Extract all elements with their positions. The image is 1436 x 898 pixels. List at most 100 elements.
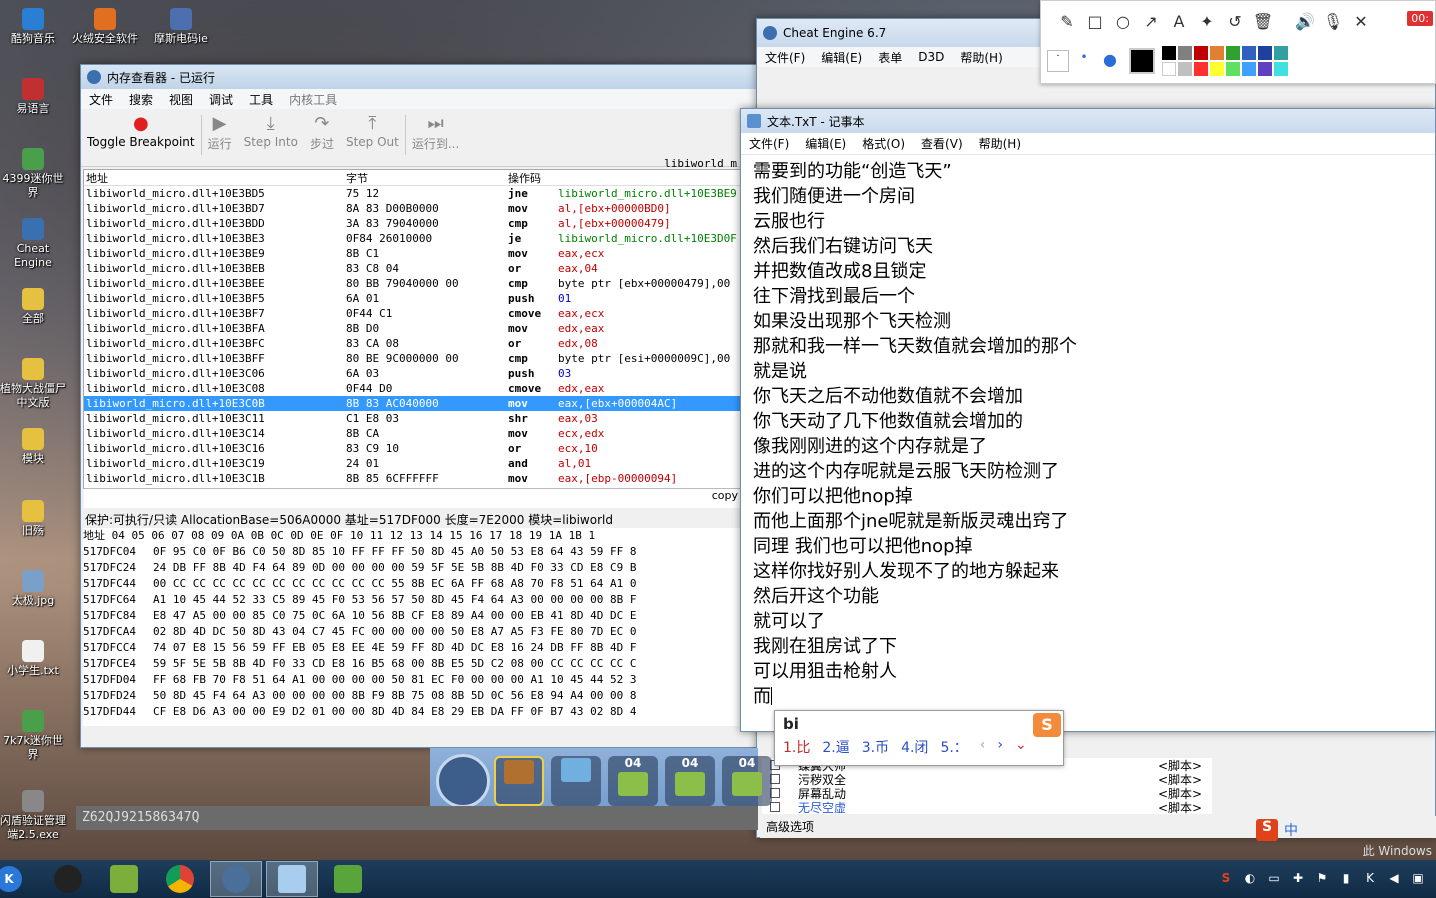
ce-list-item[interactable]: 无尽空虚 <脚本>: [762, 800, 1212, 815]
hex-row[interactable]: 517DFCA4 02 8D 4D DC 50 8D 43 04 C7 45 FC…: [83, 624, 741, 640]
pen-size-large[interactable]: ●: [1099, 50, 1121, 72]
disasm-row[interactable]: libiworld_micro.dll+10E3BF5 6A 01 push 01: [84, 291, 740, 306]
fire-icon[interactable]: ◐: [1240, 868, 1260, 888]
disasm-row[interactable]: libiworld_micro.dll+10E3C14 8B CA mov ecx,e…: [84, 426, 740, 441]
desktop-icon[interactable]: 酷狗音乐: [0, 8, 68, 46]
rectangle-icon[interactable]: □: [1081, 12, 1109, 31]
run-button[interactable]: ▶ 运行: [202, 113, 238, 152]
hex-row[interactable]: 517DFC04 0F 95 C0 0F B6 C0 50 8D 85 10 FF…: [83, 544, 741, 560]
undo-icon[interactable]: ↺: [1221, 12, 1249, 31]
disasm-row[interactable]: libiworld_micro.dll+10E3C0B 8B 83 AC04000…: [84, 396, 740, 411]
notepad-titlebar[interactable]: 文本.TxT - 记事本: [741, 109, 1435, 133]
arrow-icon[interactable]: ↗: [1137, 12, 1165, 31]
hex-row[interactable]: 517DFC64 A1 10 45 44 52 33 C5 89 45 F0 53…: [83, 592, 741, 608]
color-swatch[interactable]: [1210, 46, 1224, 60]
desktop-icon[interactable]: 火绒安全软件: [70, 8, 140, 46]
desktop-icon[interactable]: 易语言: [0, 78, 68, 116]
desktop-icon[interactable]: 闪盾验证管理端2.5.exe: [0, 790, 68, 842]
pen-size-medium[interactable]: •: [1073, 50, 1095, 72]
np-menu-view[interactable]: 查看(V): [913, 135, 971, 152]
color-swatch[interactable]: [1242, 62, 1256, 76]
color-swatch[interactable]: [1274, 46, 1288, 60]
highlighter-icon[interactable]: ✦: [1193, 12, 1221, 31]
desktop-icon[interactable]: 植物大战僵尸中文版: [0, 358, 68, 410]
menu-tools[interactable]: 工具: [241, 91, 281, 108]
copy-label[interactable]: copy: [712, 489, 738, 502]
disassembler-view[interactable]: 地址 字节 操作码 libiworld_micro.dll+10E3BD5 75 …: [83, 169, 741, 508]
notepad-editor[interactable]: 需要到的功能“创造飞天” 我们随便进一个房间 云服也行 然后我们右键访问飞天 并把数值改…: [741, 155, 1435, 709]
taskbar-game2[interactable]: [322, 861, 374, 897]
disasm-row[interactable]: libiworld_micro.dll+10E3BDD 3A 83 7904000…: [84, 216, 740, 231]
disasm-row[interactable]: libiworld_micro.dll+10E3BE3 0F84 26010000…: [84, 231, 740, 246]
desktop-icon[interactable]: 7k7k迷你世界: [0, 710, 68, 762]
text-icon[interactable]: A: [1165, 12, 1193, 31]
col-opcode[interactable]: 操作码: [508, 170, 558, 185]
color-swatch[interactable]: [1162, 46, 1176, 60]
hex-row[interactable]: 517DFC84 E8 47 A5 00 00 85 C0 75 0C 6A 10…: [83, 608, 741, 624]
disasm-row[interactable]: libiworld_micro.dll+10E3C08 0F44 D0 cmove e…: [84, 381, 740, 396]
memory-viewer-titlebar[interactable]: 内存查看器 - 已运行: [81, 65, 759, 89]
hotbar-slot[interactable]: 043: [608, 756, 658, 820]
speaker-icon[interactable]: 🔊: [1291, 12, 1319, 31]
taskbar-notepad[interactable]: [266, 861, 318, 897]
display-icon[interactable]: ▣: [1408, 868, 1428, 888]
hotbar-slot[interactable]: 2: [551, 756, 601, 820]
hex-row[interactable]: 517DFCC4 74 07 E8 15 56 59 FF EB 05 E8 EE…: [83, 640, 741, 656]
hex-row[interactable]: 517DFD04 FF 68 FB 70 F8 51 64 A1 00 00 00…: [83, 672, 741, 688]
ime-candidate[interactable]: 5.：: [940, 737, 967, 757]
ce-menu-help[interactable]: 帮助(H): [952, 49, 1010, 66]
trash-icon[interactable]: 🗑: [1249, 12, 1277, 31]
disasm-row[interactable]: libiworld_micro.dll+10E3BD5 75 12 jne libiw…: [84, 186, 740, 201]
close-icon[interactable]: ✕: [1347, 12, 1375, 31]
menu-search[interactable]: 搜索: [121, 91, 161, 108]
menu-view[interactable]: 视图: [161, 91, 201, 108]
np-menu-format[interactable]: 格式(O): [854, 135, 913, 152]
menu-file[interactable]: 文件: [81, 91, 121, 108]
color-swatch[interactable]: [1258, 46, 1272, 60]
ce-menu-file[interactable]: 文件(F): [757, 49, 813, 66]
folder-icon[interactable]: ▭: [1264, 868, 1284, 888]
start-button-icon[interactable]: K: [0, 866, 22, 892]
taskbar-game[interactable]: [98, 861, 150, 897]
sogou-icon[interactable]: S: [1256, 819, 1278, 841]
step-into-button[interactable]: ⤓ Step Into: [238, 113, 304, 149]
disasm-row[interactable]: libiworld_micro.dll+10E3BEE 80 BB 7904000…: [84, 276, 740, 291]
color-swatch[interactable]: [1178, 46, 1192, 60]
color-swatch[interactable]: [1194, 62, 1208, 76]
run-to-button[interactable]: ⏭ 运行到...: [406, 113, 465, 152]
ime-candidate[interactable]: 3.币: [862, 737, 889, 757]
ce-menu-table[interactable]: 表单: [870, 49, 910, 66]
col-bytes[interactable]: 字节: [346, 170, 508, 185]
pen-size-small[interactable]: ·: [1047, 50, 1069, 72]
desktop-icon[interactable]: 4399迷你世界: [0, 148, 68, 200]
hotbar-slot[interactable]: 1: [494, 756, 544, 818]
ime-candidate[interactable]: 1.比: [783, 737, 810, 757]
desktop-icon[interactable]: 模块: [0, 428, 68, 466]
avatar[interactable]: [436, 754, 490, 808]
disasm-row[interactable]: libiworld_micro.dll+10E3BFF 80 BE 9C00000…: [84, 351, 740, 366]
color-swatch[interactable]: [1226, 46, 1240, 60]
color-swatch[interactable]: [1242, 46, 1256, 60]
current-color-swatch[interactable]: [1129, 48, 1155, 74]
np-menu-edit[interactable]: 编辑(E): [797, 135, 854, 152]
disasm-row[interactable]: libiworld_micro.dll+10E3C06 6A 03 push 03: [84, 366, 740, 381]
disasm-row[interactable]: libiworld_micro.dll+10E3BF7 0F44 C1 cmove e…: [84, 306, 740, 321]
network-icon[interactable]: ⚑: [1312, 868, 1332, 888]
desktop-icon[interactable]: 摩斯电码ie: [146, 8, 216, 46]
color-swatch[interactable]: [1162, 62, 1176, 76]
taskbar-chrome[interactable]: [154, 861, 206, 897]
kugou-icon[interactable]: K: [1360, 868, 1380, 888]
color-swatch[interactable]: [1178, 62, 1192, 76]
color-swatch[interactable]: [1194, 46, 1208, 60]
pencil-icon[interactable]: ✎: [1053, 12, 1081, 31]
security-icon[interactable]: ✚: [1288, 868, 1308, 888]
sogou-tray-icon[interactable]: S: [1216, 868, 1236, 888]
ce-menu-d3d[interactable]: D3D: [910, 50, 952, 64]
np-menu-help[interactable]: 帮助(H): [971, 135, 1029, 152]
hex-row[interactable]: 517DFCE4 59 5F 5E 5B 8B 4D F0 33 CD E8 16…: [83, 656, 741, 672]
desktop-icon[interactable]: 小学生.txt: [0, 640, 68, 678]
disasm-row[interactable]: libiworld_micro.dll+10E3BD7 8A 83 D00B000…: [84, 201, 740, 216]
ce-menu-edit[interactable]: 编辑(E): [813, 49, 870, 66]
ime-candidate[interactable]: 4.闭: [901, 737, 928, 757]
menu-debug[interactable]: 调试: [201, 91, 241, 108]
